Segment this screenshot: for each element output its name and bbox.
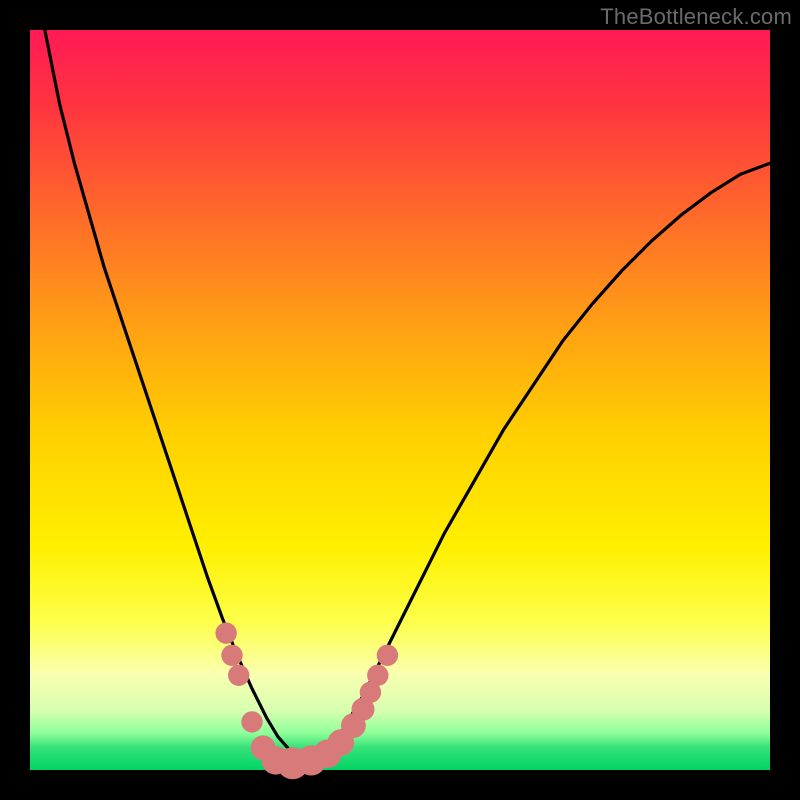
data-marker — [221, 645, 242, 666]
plot-area — [30, 30, 770, 770]
chart-frame: TheBottleneck.com — [0, 0, 800, 800]
data-marker — [377, 645, 398, 666]
watermark-text: TheBottleneck.com — [600, 4, 792, 30]
data-marker — [228, 665, 249, 686]
data-marker — [367, 665, 388, 686]
bottleneck-curve — [30, 0, 770, 759]
marker-group — [215, 622, 398, 779]
chart-svg — [30, 30, 770, 770]
data-marker — [215, 622, 236, 643]
data-marker — [241, 711, 262, 732]
